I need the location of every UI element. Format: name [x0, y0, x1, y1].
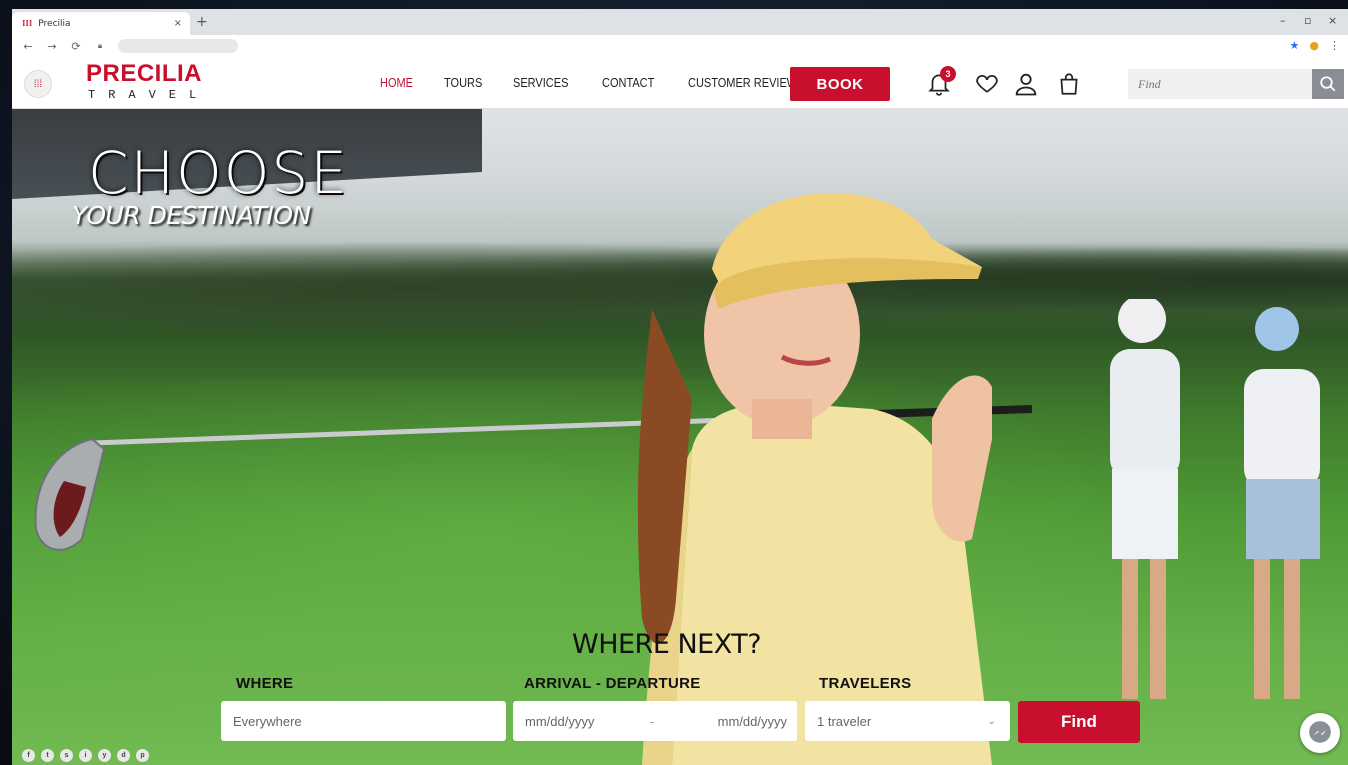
browser-tab[interactable]: ⁞⁞⁞ Precilia ×	[12, 12, 190, 35]
bookmark-star-icon[interactable]: ★	[1290, 39, 1300, 52]
reload-icon[interactable]: ⟳	[68, 40, 84, 53]
nav-customer-reviews[interactable]: CUSTOMER REVIEWS	[688, 76, 805, 90]
nav-contact[interactable]: CONTACT	[602, 76, 654, 90]
minimize-button[interactable]: –	[1280, 14, 1286, 27]
user-icon	[1015, 73, 1037, 96]
search-box	[1128, 69, 1344, 99]
dates-label: ARRIVAL - DEPARTURE	[524, 675, 701, 692]
nav-home[interactable]: HOME	[380, 76, 413, 90]
social-links: f t s i y d p	[22, 749, 149, 762]
back-icon[interactable]: ←	[20, 40, 36, 53]
snapchat-icon[interactable]: s	[60, 749, 73, 762]
hero-subheadline: YOUR DESTINATION	[72, 201, 311, 230]
logo-title: PRECILIA	[86, 60, 203, 87]
arrival-date[interactable]: mm/dd/yyyy	[525, 714, 594, 729]
chevron-down-icon: ⌄	[987, 715, 996, 727]
browser-window: ⁞⁞⁞ Precilia × + – ▫ × ← → ⟳ 🔒︎ ★ ● ⋮ ⁞⁞…	[12, 9, 1348, 765]
address-bar: ← → ⟳ 🔒︎ ★ ● ⋮	[12, 35, 1348, 57]
close-window-button[interactable]: ×	[1328, 14, 1337, 27]
browser-menu-icon[interactable]: ⋮	[1329, 39, 1340, 52]
hero-headline: CHOOSE	[88, 139, 349, 207]
nav-services[interactable]: SERVICES	[513, 76, 568, 90]
site-header: ⁞⁞⁞ PRECILIA TRAVEL HOME TOURS SERVICES …	[12, 57, 1348, 109]
where-value: Everywhere	[233, 713, 302, 729]
messenger-chat-button[interactable]	[1300, 713, 1340, 753]
tab-close-icon[interactable]: ×	[174, 18, 182, 29]
new-tab-button[interactable]: +	[196, 14, 208, 30]
search-heading: WHERE NEXT?	[572, 629, 762, 660]
travelers-value: 1 traveler	[817, 713, 872, 729]
url-field[interactable]	[118, 39, 238, 53]
main-nav: HOME TOURS SERVICES CONTACT CUSTOMER REV…	[380, 76, 846, 90]
facebook-icon[interactable]: f	[22, 749, 35, 762]
site-favicon-icon: ⁞⁞⁞	[22, 18, 33, 29]
cart-button[interactable]	[1056, 70, 1084, 98]
site-logo[interactable]: PRECILIA TRAVEL	[86, 60, 210, 103]
departure-date[interactable]: mm/dd/yyyy	[718, 714, 787, 729]
extension-icon[interactable]: ●	[1309, 39, 1319, 52]
search-button[interactable]	[1312, 69, 1344, 99]
date-separator: -	[650, 713, 655, 729]
notifications-button[interactable]: 3	[926, 66, 956, 98]
hero-banner: CHOOSE YOUR DESTINATION WHERE NEXT? WHER…	[12, 109, 1348, 765]
find-button[interactable]: Find	[1018, 701, 1140, 743]
date-range-input[interactable]: mm/dd/yyyy - mm/dd/yyyy	[513, 701, 797, 741]
background-golfers-image	[1110, 299, 1320, 699]
travelers-label: TRAVELERS	[819, 675, 912, 692]
notification-badge: 3	[940, 66, 956, 82]
search-input[interactable]	[1128, 69, 1312, 99]
instagram-icon[interactable]: i	[79, 749, 92, 762]
nav-tours[interactable]: TOURS	[444, 76, 482, 90]
logo-subtitle: TRAVEL	[88, 88, 210, 102]
dailymotion-icon[interactable]: d	[117, 749, 130, 762]
woman-golfer-image	[637, 193, 992, 765]
heart-icon	[976, 74, 998, 93]
where-input[interactable]: Everywhere	[221, 701, 506, 741]
grid-icon: ⁞⁞⁞	[33, 78, 43, 90]
pinterest-icon[interactable]: p	[136, 749, 149, 762]
tab-bar: ⁞⁞⁞ Precilia × + – ▫ ×	[12, 9, 1348, 35]
apps-menu-button[interactable]: ⁞⁞⁞	[24, 70, 52, 98]
search-icon	[1320, 76, 1336, 92]
where-label: WHERE	[236, 675, 294, 692]
shopping-bag-icon	[1060, 73, 1078, 95]
account-button[interactable]	[1012, 70, 1040, 98]
lock-icon: 🔒︎	[97, 41, 103, 50]
wishlist-button[interactable]	[974, 70, 1002, 98]
messenger-icon	[1309, 721, 1331, 743]
forward-icon[interactable]: →	[44, 40, 60, 53]
book-button[interactable]: BOOK	[790, 67, 890, 101]
twitter-icon[interactable]: t	[41, 749, 54, 762]
maximize-button[interactable]: ▫	[1304, 14, 1311, 27]
travelers-select[interactable]: 1 traveler ⌄	[805, 701, 1010, 741]
tab-title: Precilia	[38, 18, 71, 29]
youtube-icon[interactable]: y	[98, 749, 111, 762]
